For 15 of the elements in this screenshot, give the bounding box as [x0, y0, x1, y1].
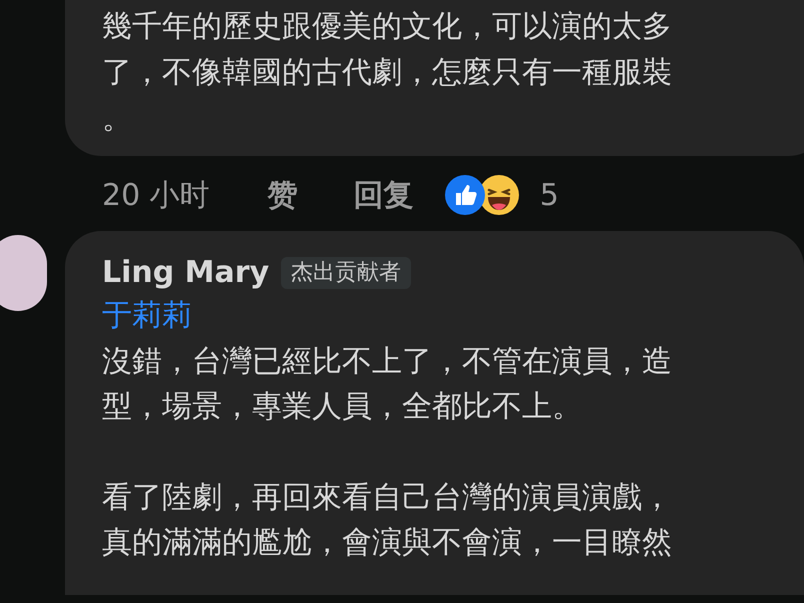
comment-text-line: 了，不像韓國的古代劇，怎麼只有一種服裝: [102, 54, 672, 92]
comment-text-line: 型，場景，專業人員，全都比不上。: [102, 388, 582, 426]
mention-link[interactable]: 于莉莉: [102, 293, 192, 339]
comment-text-line: 看了陸劇，再回來看自己台灣的演員演戲，: [102, 479, 672, 517]
author-name[interactable]: Ling Mary: [102, 253, 270, 293]
comment-timestamp: 20 小时: [102, 176, 210, 214]
reaction-count: 5: [540, 176, 559, 214]
comment-text-line: 真的滿滿的尷尬，會演與不會演，一目瞭然: [102, 524, 672, 562]
contributor-badge: 杰出贡献者: [281, 257, 412, 289]
like-button[interactable]: 赞: [268, 172, 298, 218]
thumbs-up-icon: [444, 174, 486, 216]
comment-text-line: 幾千年的歷史跟優美的文化，可以演的太多: [102, 8, 672, 46]
comment-text-line: 沒錯，台灣已經比不上了，不管在演員，造: [102, 343, 672, 381]
reply-button[interactable]: 回复: [354, 172, 414, 218]
comment-text-line: 。: [102, 100, 132, 138]
